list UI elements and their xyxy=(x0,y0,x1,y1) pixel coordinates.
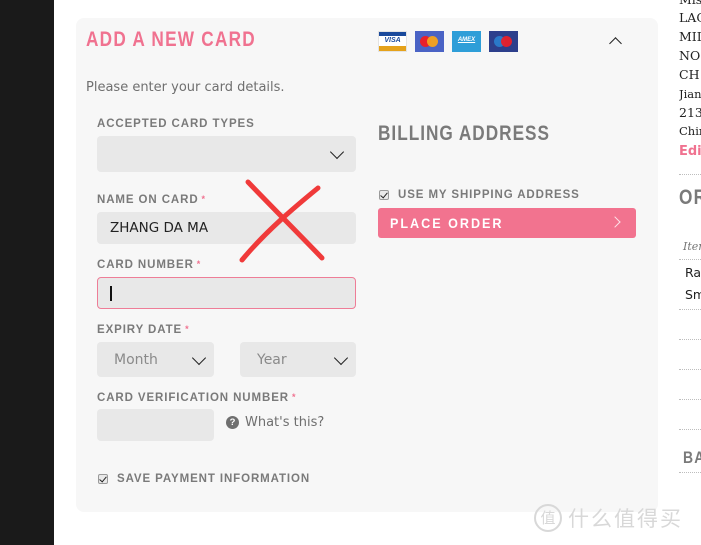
expiry-date-label: EXPIRY DATE * xyxy=(97,324,190,336)
card-number-input[interactable] xyxy=(97,277,356,309)
divider xyxy=(679,309,701,310)
amex-logo-icon: AMEX xyxy=(452,31,481,52)
address-line: 2130 xyxy=(679,105,701,120)
watermark-badge-icon: 值 xyxy=(534,504,562,532)
address-line: LAG xyxy=(679,10,701,25)
cvv-label: CARD VERIFICATION NUMBER * xyxy=(97,392,297,404)
divider xyxy=(679,399,701,400)
address-line: Chin xyxy=(679,124,701,138)
divider xyxy=(679,259,701,260)
left-dark-sidebar xyxy=(0,0,54,545)
address-line: NO xyxy=(679,48,701,63)
address-line: CH xyxy=(679,67,700,82)
chevron-down-icon xyxy=(329,144,345,160)
expiry-year-select[interactable]: Year xyxy=(240,342,356,377)
name-on-card-input[interactable]: ZHANG DA MA xyxy=(97,212,356,244)
chevron-up-icon[interactable] xyxy=(605,32,627,50)
expiry-month-select[interactable]: Month xyxy=(97,342,214,377)
address-line: Jiang xyxy=(679,87,701,101)
visa-logo-icon: VISA xyxy=(378,31,407,52)
panel-title: ADD A NEW CARD xyxy=(86,28,256,51)
text-cursor xyxy=(110,286,112,301)
save-payment-checkbox[interactable] xyxy=(98,474,108,484)
order-summary-title: OR xyxy=(679,186,701,209)
maestro-logo-icon xyxy=(489,31,518,52)
divider xyxy=(679,472,701,473)
mastercard-logo-icon xyxy=(415,31,444,52)
save-payment-row[interactable]: SAVE PAYMENT INFORMATION xyxy=(98,473,310,485)
card-brand-logos: VISA AMEX xyxy=(378,31,518,52)
use-shipping-row[interactable]: USE MY SHIPPING ADDRESS xyxy=(379,189,580,201)
divider xyxy=(679,429,701,430)
card-types-label: ACCEPTED CARD TYPES xyxy=(97,118,255,130)
address-line: MII xyxy=(679,29,701,44)
watermark: 值 什么值得买 xyxy=(534,503,683,533)
order-summary-column: Mis LAG MII NO CH Jiang 2130 Chin Edit O… xyxy=(679,0,701,545)
billing-address-title: BILLING ADDRESS xyxy=(378,122,550,145)
chevron-down-icon xyxy=(191,350,207,365)
cvv-input[interactable] xyxy=(97,409,214,441)
divider xyxy=(679,339,701,340)
card-number-label: CARD NUMBER * xyxy=(97,259,202,271)
name-on-card-label: NAME ON CARD * xyxy=(97,194,206,206)
chevron-right-icon xyxy=(609,216,621,228)
use-shipping-checkbox[interactable] xyxy=(379,190,389,200)
order-item: Ra xyxy=(685,265,701,280)
divider xyxy=(679,369,701,370)
section-title: BA xyxy=(683,448,701,467)
order-item: Sm xyxy=(685,287,701,302)
edit-address-link[interactable]: Edit xyxy=(679,144,701,159)
add-card-panel: ADD A NEW CARD VISA AMEX Please enter yo… xyxy=(76,18,658,512)
address-line: Mis xyxy=(679,0,701,7)
intro-text: Please enter your card details. xyxy=(86,80,285,95)
chevron-down-icon xyxy=(333,350,349,365)
card-types-select[interactable] xyxy=(97,136,356,172)
cvv-help-link[interactable]: ? What's this? xyxy=(226,415,324,430)
place-order-button[interactable]: PLACE ORDER xyxy=(378,208,636,238)
items-header: Item xyxy=(683,240,701,253)
question-icon: ? xyxy=(226,416,239,429)
divider xyxy=(679,174,701,175)
